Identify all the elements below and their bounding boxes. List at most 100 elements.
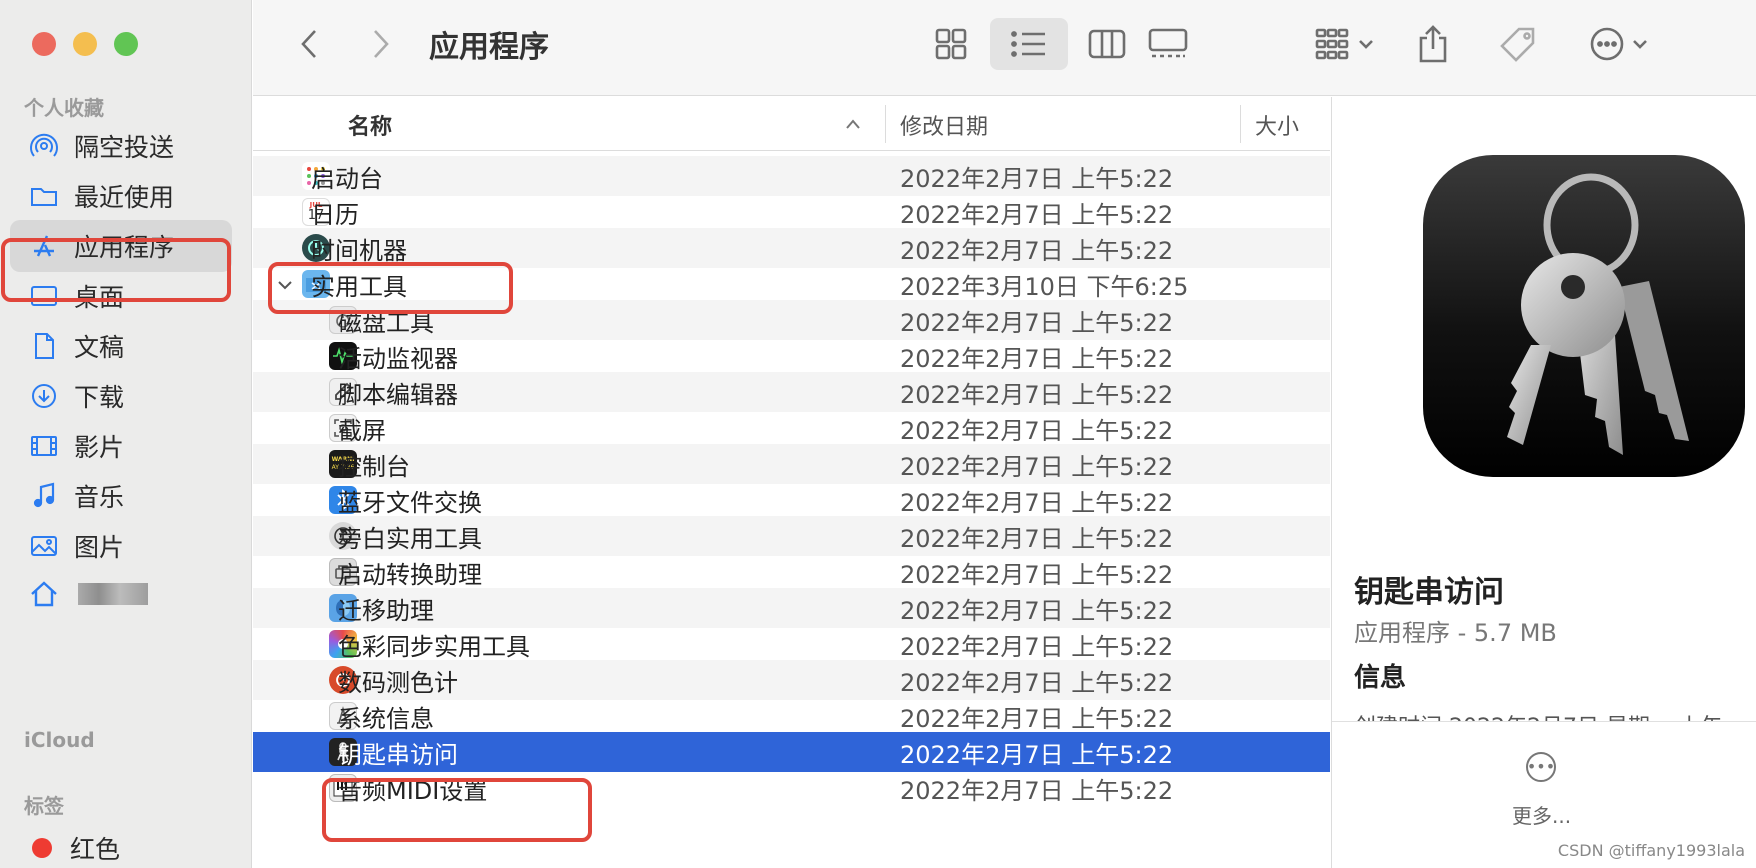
- airdrop-icon: [28, 130, 60, 162]
- group-by-button[interactable]: [1307, 18, 1387, 70]
- file-name: 启动转换助理: [338, 560, 482, 589]
- annotation-box-keychain: [322, 778, 592, 842]
- view-columns-button[interactable]: [1079, 18, 1135, 70]
- grid-view-icon: [935, 28, 967, 60]
- more-button[interactable]: 更多...: [1512, 800, 1571, 829]
- column-header: 名称 修改日期 大小: [253, 97, 1330, 151]
- file-date: 2022年2月7日 上午5:22: [900, 416, 1174, 445]
- finder-window: 个人收藏 隔空投送 最近使用 应用程序 桌面 文稿 下载 影片 音乐 图片 iC…: [0, 0, 1756, 868]
- file-name: 活动监视器: [338, 344, 458, 373]
- file-row-migration[interactable]: 迁移助理 2022年2月7日 上午5:22: [253, 588, 1330, 628]
- preview-footer: ••• 更多... CSDN @tiffany1993lala: [1332, 721, 1756, 868]
- icloud-section-label: iCloud: [24, 728, 95, 752]
- tag-icon: [1500, 27, 1535, 62]
- file-date: 2022年2月7日 上午5:22: [900, 740, 1174, 769]
- sidebar-tag-red[interactable]: 红色: [10, 822, 232, 868]
- file-date: 2022年2月7日 上午5:22: [900, 200, 1174, 229]
- file-list: 启动台 2022年2月7日 上午5:22 JUL 17 日历 2022年2月7日…: [253, 152, 1330, 868]
- file-name: 控制台: [338, 452, 410, 481]
- column-divider[interactable]: [885, 105, 886, 143]
- file-date: 2022年2月7日 上午5:22: [900, 452, 1174, 481]
- redacted-username: [78, 583, 148, 605]
- annotation-box-utilities: [268, 262, 513, 314]
- file-row-keychain[interactable]: 钥匙串访问 2022年2月7日 上午5:22: [253, 732, 1330, 772]
- column-divider[interactable]: [1240, 105, 1241, 143]
- watermark: CSDN @tiffany1993lala: [1557, 841, 1745, 860]
- music-icon: [28, 480, 60, 512]
- sidebar-item-label: 下载: [74, 383, 125, 412]
- file-row-boot-camp[interactable]: 启动转换助理 2022年2月7日 上午5:22: [253, 552, 1330, 592]
- view-list-button[interactable]: [990, 18, 1068, 70]
- tags-section-label: 标签: [24, 794, 64, 818]
- file-name: 数码测色计: [338, 668, 458, 697]
- window-controls: [32, 32, 138, 56]
- column-date-header[interactable]: 修改日期: [900, 109, 988, 141]
- file-row-bluetooth[interactable]: 蓝牙文件交换 2022年2月7日 上午5:22: [253, 480, 1330, 520]
- column-name-header[interactable]: 名称: [348, 109, 392, 141]
- file-row-script-editor[interactable]: 脚本编辑器 2022年2月7日 上午5:22: [253, 372, 1330, 412]
- annotation-box-applications: [1, 238, 231, 302]
- file-row-system-info[interactable]: 系统信息 2022年2月7日 上午5:22: [253, 696, 1330, 736]
- file-date: 2022年2月7日 上午5:22: [900, 776, 1174, 805]
- file-date: 2022年2月7日 上午5:22: [900, 632, 1174, 661]
- sidebar: 个人收藏 隔空投送 最近使用 应用程序 桌面 文稿 下载 影片 音乐 图片 iC…: [0, 0, 252, 868]
- minimize-button[interactable]: [73, 32, 97, 56]
- movies-icon: [28, 430, 60, 462]
- file-date: 2022年2月7日 上午5:22: [900, 668, 1174, 697]
- sidebar-item-movies[interactable]: 影片: [10, 420, 232, 472]
- columns-view-icon: [1088, 29, 1126, 59]
- file-name: 脚本编辑器: [338, 380, 458, 409]
- file-row-color-meter[interactable]: 数码测色计 2022年2月7日 上午5:22: [253, 660, 1330, 700]
- sidebar-item-label: 影片: [74, 433, 125, 462]
- file-name: 时间机器: [311, 236, 407, 265]
- file-row-voiceover[interactable]: 旁白实用工具 2022年2月7日 上午5:22: [253, 516, 1330, 556]
- chevron-right-icon: [374, 30, 389, 58]
- share-icon: [1419, 25, 1447, 63]
- file-row-colorsync[interactable]: 色彩同步实用工具 2022年2月7日 上午5:22: [253, 624, 1330, 664]
- folder-icon: [28, 180, 60, 212]
- file-row-screenshot[interactable]: 截屏 2022年2月7日 上午5:22: [253, 408, 1330, 448]
- file-date: 2022年2月7日 上午5:22: [900, 704, 1174, 733]
- list-view-icon: [1011, 31, 1045, 57]
- forward-button[interactable]: [363, 18, 399, 70]
- sort-ascending-icon[interactable]: [845, 111, 861, 136]
- file-date: 2022年2月7日 上午5:22: [900, 524, 1174, 553]
- sidebar-item-recents[interactable]: 最近使用: [10, 170, 232, 222]
- file-name: 迁移助理: [338, 596, 434, 625]
- file-name: 色彩同步实用工具: [338, 632, 530, 661]
- back-button[interactable]: [291, 18, 327, 70]
- zoom-button[interactable]: [114, 32, 138, 56]
- sidebar-item-label: 图片: [74, 533, 125, 562]
- sidebar-item-home[interactable]: [10, 568, 232, 620]
- file-date: 2022年2月7日 上午5:22: [900, 344, 1174, 373]
- column-size-header[interactable]: 大小: [1255, 109, 1299, 141]
- share-button[interactable]: [1409, 18, 1457, 70]
- keychain-access-app-icon: [1423, 155, 1745, 477]
- pictures-icon: [28, 530, 60, 562]
- more-icon[interactable]: •••: [1526, 752, 1556, 782]
- file-row-activity-monitor[interactable]: 活动监视器 2022年2月7日 上午5:22: [253, 336, 1330, 376]
- file-date: 2022年3月10日 下午6:25: [900, 272, 1189, 301]
- sidebar-item-label: 文稿: [74, 333, 125, 362]
- file-date: 2022年2月7日 上午5:22: [900, 380, 1174, 409]
- more-actions-button[interactable]: [1583, 18, 1659, 70]
- sidebar-item-label: 最近使用: [74, 183, 175, 212]
- sidebar-item-documents[interactable]: 文稿: [10, 320, 232, 372]
- sidebar-item-pictures[interactable]: 图片: [10, 520, 232, 572]
- document-icon: [28, 330, 60, 362]
- file-name: 蓝牙文件交换: [338, 488, 482, 517]
- view-gallery-button[interactable]: [1133, 18, 1203, 70]
- sidebar-item-airdrop[interactable]: 隔空投送: [10, 120, 232, 172]
- red-tag-icon: [32, 838, 52, 858]
- view-icons-button[interactable]: [923, 18, 979, 70]
- file-row-console[interactable]: WARNI AY 7:36 控制台 2022年2月7日 上午5:22: [253, 444, 1330, 484]
- file-date: 2022年2月7日 上午5:22: [900, 596, 1174, 625]
- file-row-launchpad[interactable]: 启动台 2022年2月7日 上午5:22: [253, 156, 1330, 196]
- sidebar-item-downloads[interactable]: 下载: [10, 370, 232, 422]
- file-date: 2022年2月7日 上午5:22: [900, 164, 1174, 193]
- tags-button[interactable]: [1493, 18, 1541, 70]
- close-button[interactable]: [32, 32, 56, 56]
- preview-info-heading: 信息: [1354, 663, 1407, 693]
- file-row-calendar[interactable]: JUL 17 日历 2022年2月7日 上午5:22: [253, 192, 1330, 232]
- sidebar-item-music[interactable]: 音乐: [10, 470, 232, 522]
